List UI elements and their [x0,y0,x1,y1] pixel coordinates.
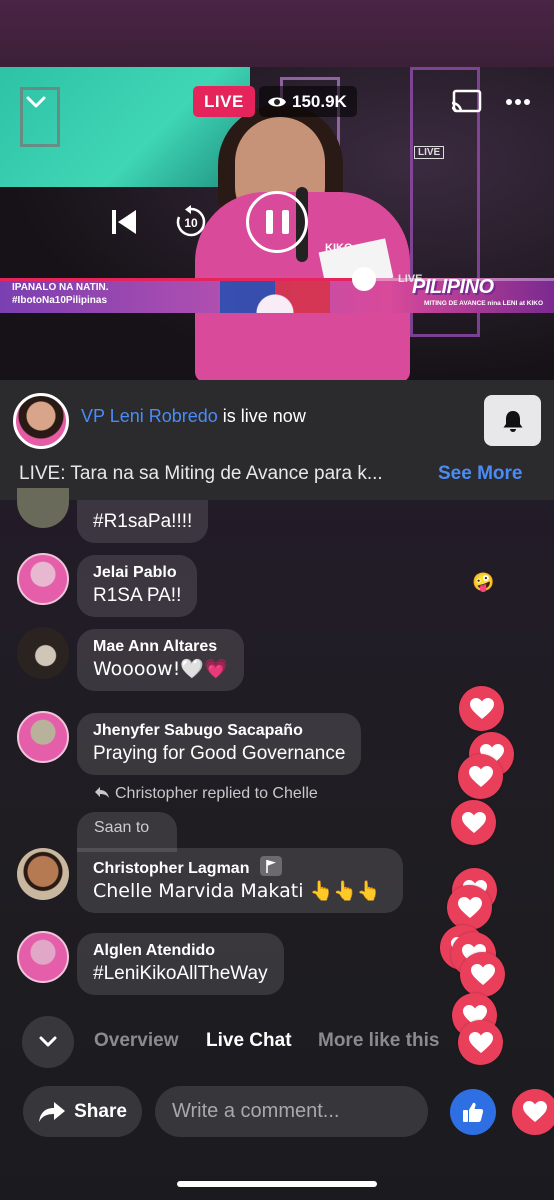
reply-arrow-icon [95,787,109,798]
flag-icon [259,856,282,876]
banner-line-1: IPANALO NA NATIN. [12,282,109,293]
host-avatar[interactable] [13,393,69,449]
commenter-name-link[interactable]: Christopher Lagman [93,860,249,877]
status-bar-area [0,0,554,67]
video-scrubber-handle[interactable] [352,267,376,291]
quoted-reply-bubble: Saan to [77,812,177,852]
share-arrow-icon [39,1101,66,1122]
comment-bubble: Jelai Pablo R1SA PA!! [77,555,198,617]
svg-text:10: 10 [184,216,198,230]
love-reaction-button[interactable] [512,1089,554,1135]
comment-text: #R1saPa!!!! [93,511,193,532]
commenter-avatar[interactable] [17,627,69,679]
floating-heart-reaction [458,754,503,799]
comment-text: Woooow!🤍💗 [93,658,228,680]
comment-bubble: Christopher Lagman Chelle Marvida Makati… [77,848,403,913]
skip-previous-icon[interactable] [111,208,137,236]
eye-icon [268,97,286,106]
commenter-avatar[interactable] [17,553,69,605]
tab-live-chat[interactable]: Live Chat [206,1030,292,1052]
commenter-name[interactable]: Mae Ann Altares [93,637,228,657]
comment-bubble: Alglen Atendido #LeniKikoAllTheWay [77,933,284,995]
comment-input[interactable] [155,1086,428,1137]
floating-heart-reaction [459,686,504,731]
floating-heart-reaction [458,1020,503,1065]
comment-bubble: Mae Ann Altares Woooow!🤍💗 [77,629,244,691]
thumbs-up-icon [463,1102,484,1122]
reply-notice-text: Christopher replied to Chelle [115,785,318,802]
tab-more-like-this[interactable]: More like this [318,1030,439,1052]
commenter-name[interactable]: Jelai Pablo [93,563,181,583]
floating-heart-reaction [447,885,492,930]
rewind-10-icon[interactable]: 10 [174,205,208,239]
reply-notice: Christopher replied to Chelle [94,785,318,803]
host-status: is live now [217,406,306,426]
commenter-name[interactable]: Alglen Atendido [93,941,268,961]
share-label: Share [74,1100,127,1122]
see-more-link[interactable]: See More [438,463,522,485]
commenter-avatar[interactable] [17,711,69,763]
video-progress-fill [0,278,366,281]
host-line: VP Leni Robredo is live now [81,406,306,427]
pause-button[interactable] [246,191,308,253]
share-button[interactable]: Share [23,1086,142,1137]
commenter-avatar[interactable] [17,488,69,528]
chevron-down-icon [39,1036,57,1047]
heart-icon [469,697,494,719]
like-reaction-button[interactable] [450,1089,496,1135]
viewer-count: 150.9K [292,91,347,111]
video-progress-track[interactable] [0,278,554,281]
cast-icon[interactable] [450,89,482,115]
floating-heart-reaction [451,800,496,845]
home-indicator [177,1181,377,1187]
comment-text: R1SA PA!! [93,585,182,606]
banner-line-2: #IbotoNa10Pilipinas [12,295,108,306]
commenter-name: Christopher Lagman [93,856,381,879]
comment-text: Praying for Good Governance [93,743,346,764]
banner-text: IPANALO NA NATIN. #IbotoNa10Pilipinas [12,281,108,307]
tab-overview[interactable]: Overview [94,1030,179,1052]
heart-icon [468,765,493,787]
floating-heart-reaction [460,952,505,997]
live-badge: LIVE [193,86,255,117]
comment-text: Chelle Marvida Makati 👆👆👆 [93,880,381,902]
comment-bubble: Jhenyfer Sabugo Sacapaño Praying for Goo… [77,713,362,775]
banner-subtitle: MITING DE AVANCE nina LENI at KIKO [424,300,544,307]
commenter-avatar[interactable] [17,848,69,900]
collapse-chat-button[interactable] [22,1016,74,1068]
live-watermark: LIVE [414,146,445,159]
viewer-count-badge: 150.9K [259,86,357,117]
heart-icon [461,811,486,833]
comment-bubble: #R1saPa!!!! [77,500,209,543]
comment-text: #LeniKikoAllTheWay [93,963,268,984]
banner-flag-graphic [220,278,330,313]
pause-bar [281,210,289,234]
heart-icon [457,896,482,918]
live-description: LIVE: Tara na sa Miting de Avance para k… [19,463,383,484]
bell-icon [503,410,522,432]
heart-icon [470,963,495,985]
commenter-name[interactable]: Jhenyfer Sabugo Sacapaño [93,721,345,741]
notification-bell-button[interactable] [484,395,541,446]
host-name-link[interactable]: VP Leni Robredo [81,406,218,426]
pause-bar [265,210,273,234]
commenter-avatar[interactable] [17,931,69,983]
heart-icon [523,1101,547,1122]
haha-reaction-icon: 🤪 [472,572,495,593]
more-options-icon[interactable] [505,95,531,109]
chevron-down-icon[interactable] [24,90,48,114]
heart-icon [468,1031,493,1053]
